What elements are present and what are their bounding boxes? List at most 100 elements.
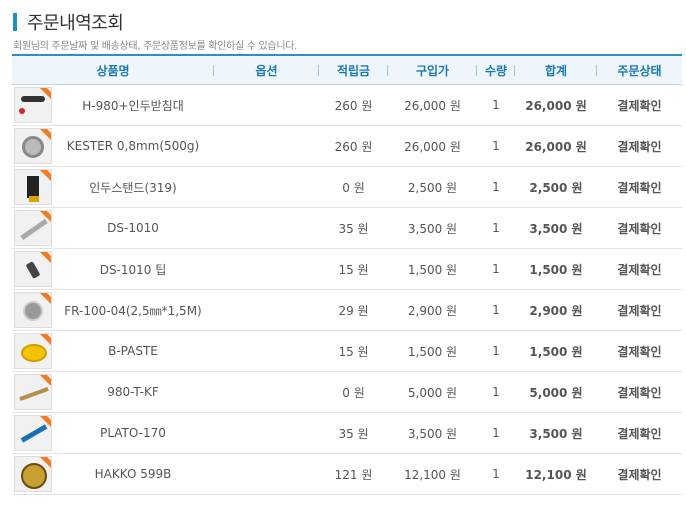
- product-thumbnail[interactable]: [14, 128, 52, 164]
- table-row: 인두스탠드(319) 0 원 2,500 원 1 2,500 원 결제확인: [12, 166, 682, 208]
- product-option: [214, 207, 319, 249]
- product-price: 5,000 원: [388, 371, 477, 413]
- table-row: PLATO-170 35 원 3,500 원 1 3,500 원 결제확인: [12, 412, 682, 454]
- order-table: 상품명 옵션 적립금 구입가 수량 합계 주문상태 H-980+인두받침대 260…: [12, 54, 682, 495]
- product-qty: 1: [477, 289, 515, 331]
- order-status: 결제확인: [597, 330, 682, 372]
- order-status: 결제확인: [597, 166, 682, 208]
- table-row: 980-T-KF 0 원 5,000 원 1 5,000 원 결제확인: [12, 371, 682, 413]
- table-row: H-980+인두받침대 260 원 26,000 원 1 26,000 원 결제확인: [12, 84, 682, 126]
- product-qty: 1: [477, 207, 515, 249]
- product-thumbnail-cell: [12, 289, 52, 331]
- product-name[interactable]: H-980+인두받침대: [52, 84, 214, 126]
- product-option: [214, 84, 319, 126]
- product-option: [214, 248, 319, 290]
- header-qty: 수량: [477, 54, 515, 85]
- product-option: [214, 371, 319, 413]
- product-price: 1,500 원: [388, 330, 477, 372]
- product-thumbnail[interactable]: [14, 251, 52, 287]
- product-option: [214, 453, 319, 495]
- product-thumbnail[interactable]: [14, 292, 52, 328]
- product-points: 15 원: [319, 248, 388, 290]
- product-name[interactable]: 980-T-KF: [52, 371, 214, 413]
- product-thumbnail[interactable]: [14, 374, 52, 410]
- product-thumbnail[interactable]: [14, 210, 52, 246]
- header-price: 구입가: [388, 54, 477, 85]
- order-status: 결제확인: [597, 412, 682, 454]
- product-total: 26,000 원: [515, 84, 597, 126]
- product-qty: 1: [477, 412, 515, 454]
- product-name[interactable]: DS-1010 팁: [52, 248, 214, 290]
- product-price: 2,500 원: [388, 166, 477, 208]
- order-status: 결제확인: [597, 371, 682, 413]
- page-title: 주문내역조회: [27, 13, 124, 34]
- product-total: 5,000 원: [515, 371, 597, 413]
- product-points: 15 원: [319, 330, 388, 372]
- header-option: 옵션: [214, 54, 319, 85]
- header-product: 상품명: [12, 54, 214, 85]
- order-history-page: 주문내역조회 회원님의 주문날짜 및 배송상태, 주문상품정보를 확인하실 수 …: [0, 0, 686, 509]
- product-price: 12,100 원: [388, 453, 477, 495]
- order-status: 결제확인: [597, 453, 682, 495]
- product-price: 3,500 원: [388, 207, 477, 249]
- product-thumbnail[interactable]: [14, 456, 52, 492]
- product-thumbnail-cell: [12, 166, 52, 208]
- product-thumbnail-cell: [12, 207, 52, 249]
- product-price: 26,000 원: [388, 84, 477, 126]
- product-points: 35 원: [319, 207, 388, 249]
- product-option: [214, 289, 319, 331]
- product-thumbnail-cell: [12, 371, 52, 413]
- product-total: 3,500 원: [515, 207, 597, 249]
- product-name[interactable]: 인두스탠드(319): [52, 166, 214, 208]
- product-thumbnail-cell: [12, 412, 52, 454]
- product-qty: 1: [477, 330, 515, 372]
- table-row: HAKKO 599B 121 원 12,100 원 1 12,100 원 결제확인: [12, 453, 682, 495]
- product-price: 1,500 원: [388, 248, 477, 290]
- product-name[interactable]: HAKKO 599B: [52, 453, 214, 495]
- header-total: 합계: [515, 54, 597, 85]
- product-total: 3,500 원: [515, 412, 597, 454]
- product-name[interactable]: FR-100-04(2,5㎜*1,5M): [52, 289, 214, 331]
- product-total: 2,500 원: [515, 166, 597, 208]
- product-qty: 1: [477, 248, 515, 290]
- product-points: 260 원: [319, 125, 388, 167]
- product-total: 26,000 원: [515, 125, 597, 167]
- table-row: DS-1010 팁 15 원 1,500 원 1 1,500 원 결제확인: [12, 248, 682, 290]
- product-thumbnail[interactable]: [14, 169, 52, 205]
- tag-ribbon-icon: [38, 170, 51, 185]
- product-option: [214, 412, 319, 454]
- page-header: 주문내역조회: [13, 9, 124, 35]
- header-points: 적립금: [319, 54, 388, 85]
- product-thumbnail-cell: [12, 248, 52, 290]
- product-option: [214, 125, 319, 167]
- product-thumbnail-cell: [12, 84, 52, 126]
- table-header-row: 상품명 옵션 적립금 구입가 수량 합계 주문상태: [12, 54, 682, 85]
- product-total: 12,100 원: [515, 453, 597, 495]
- product-qty: 1: [477, 84, 515, 126]
- product-name[interactable]: DS-1010: [52, 207, 214, 249]
- product-price: 2,900 원: [388, 289, 477, 331]
- order-status: 결제확인: [597, 125, 682, 167]
- product-name[interactable]: PLATO-170: [52, 412, 214, 454]
- product-name[interactable]: B-PASTE: [52, 330, 214, 372]
- table-row: DS-1010 35 원 3,500 원 1 3,500 원 결제확인: [12, 207, 682, 249]
- product-points: 29 원: [319, 289, 388, 331]
- product-option: [214, 166, 319, 208]
- product-points: 121 원: [319, 453, 388, 495]
- tag-ribbon-icon: [38, 252, 51, 267]
- product-thumbnail-cell: [12, 453, 52, 495]
- product-thumbnail[interactable]: [14, 415, 52, 451]
- order-status: 결제확인: [597, 289, 682, 331]
- product-points: 260 원: [319, 84, 388, 126]
- product-name[interactable]: KESTER 0,8mm(500g): [52, 125, 214, 167]
- product-thumbnail-cell: [12, 125, 52, 167]
- product-points: 0 원: [319, 166, 388, 208]
- table-row: FR-100-04(2,5㎜*1,5M) 29 원 2,900 원 1 2,900 원결…: [12, 289, 682, 331]
- product-thumbnail[interactable]: [14, 87, 52, 123]
- product-qty: 1: [477, 371, 515, 413]
- product-thumbnail[interactable]: [14, 333, 52, 369]
- product-qty: 1: [477, 453, 515, 495]
- order-status: 결제확인: [597, 84, 682, 126]
- product-price: 26,000 원: [388, 125, 477, 167]
- order-status: 결제확인: [597, 207, 682, 249]
